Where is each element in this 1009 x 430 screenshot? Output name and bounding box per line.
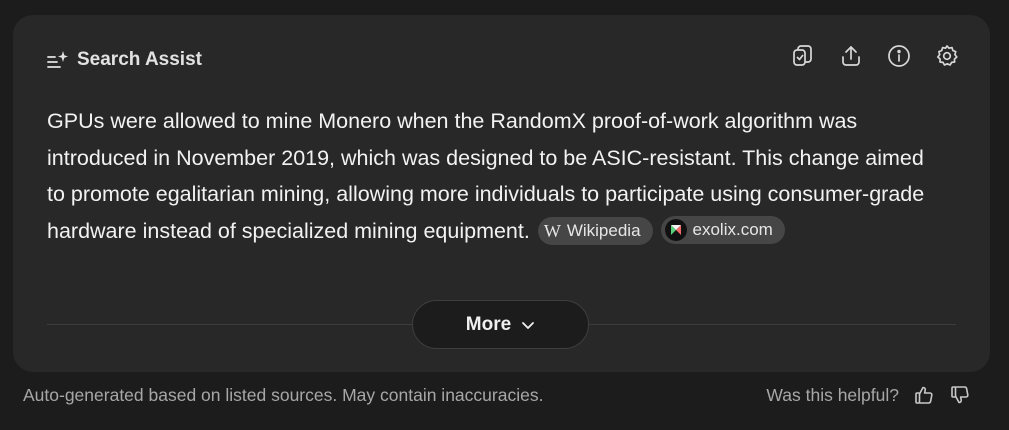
disclaimer-text: Auto-generated based on listed sources. … <box>23 385 544 405</box>
source-label: Wikipedia <box>566 220 641 240</box>
feedback-prompt: Was this helpful? <box>766 384 899 405</box>
settings-button[interactable] <box>934 43 960 69</box>
share-button[interactable] <box>838 43 864 69</box>
more-button[interactable]: More <box>412 300 589 349</box>
gear-icon <box>936 45 958 66</box>
copy-button[interactable] <box>790 43 816 69</box>
thumbs-up-icon <box>915 386 933 404</box>
search-assist-card: Search Assist GPUs were allowed to mine … <box>13 15 990 372</box>
sparkle-list-icon <box>47 50 69 70</box>
chevron-down-icon <box>522 321 535 329</box>
exolix-logo-icon <box>664 218 687 241</box>
thumbs-down-icon <box>951 386 969 404</box>
header-toolbar <box>790 43 960 69</box>
answer-text: GPUs were allowed to mine Monero when th… <box>47 103 947 249</box>
info-button[interactable] <box>886 43 912 69</box>
search-assist-title: Search Assist <box>77 49 202 70</box>
thumbs-up-button[interactable] <box>913 384 935 406</box>
feedback-area: Was this helpful? <box>766 384 971 406</box>
copy-icon <box>793 45 812 66</box>
share-icon <box>842 46 860 66</box>
more-button-label: More <box>465 313 512 335</box>
source-chip-wikipedia[interactable]: W Wikipedia <box>537 216 653 245</box>
source-label: exolix.com <box>692 219 773 239</box>
thumbs-down-button[interactable] <box>949 384 971 406</box>
source-chip-exolix[interactable]: exolix.com <box>660 215 785 244</box>
info-icon <box>888 45 910 67</box>
search-assist-header: Search Assist <box>47 49 202 71</box>
wikipedia-logo-icon: W <box>543 220 561 241</box>
answer-body: GPUs were allowed to mine Monero when th… <box>47 109 925 243</box>
